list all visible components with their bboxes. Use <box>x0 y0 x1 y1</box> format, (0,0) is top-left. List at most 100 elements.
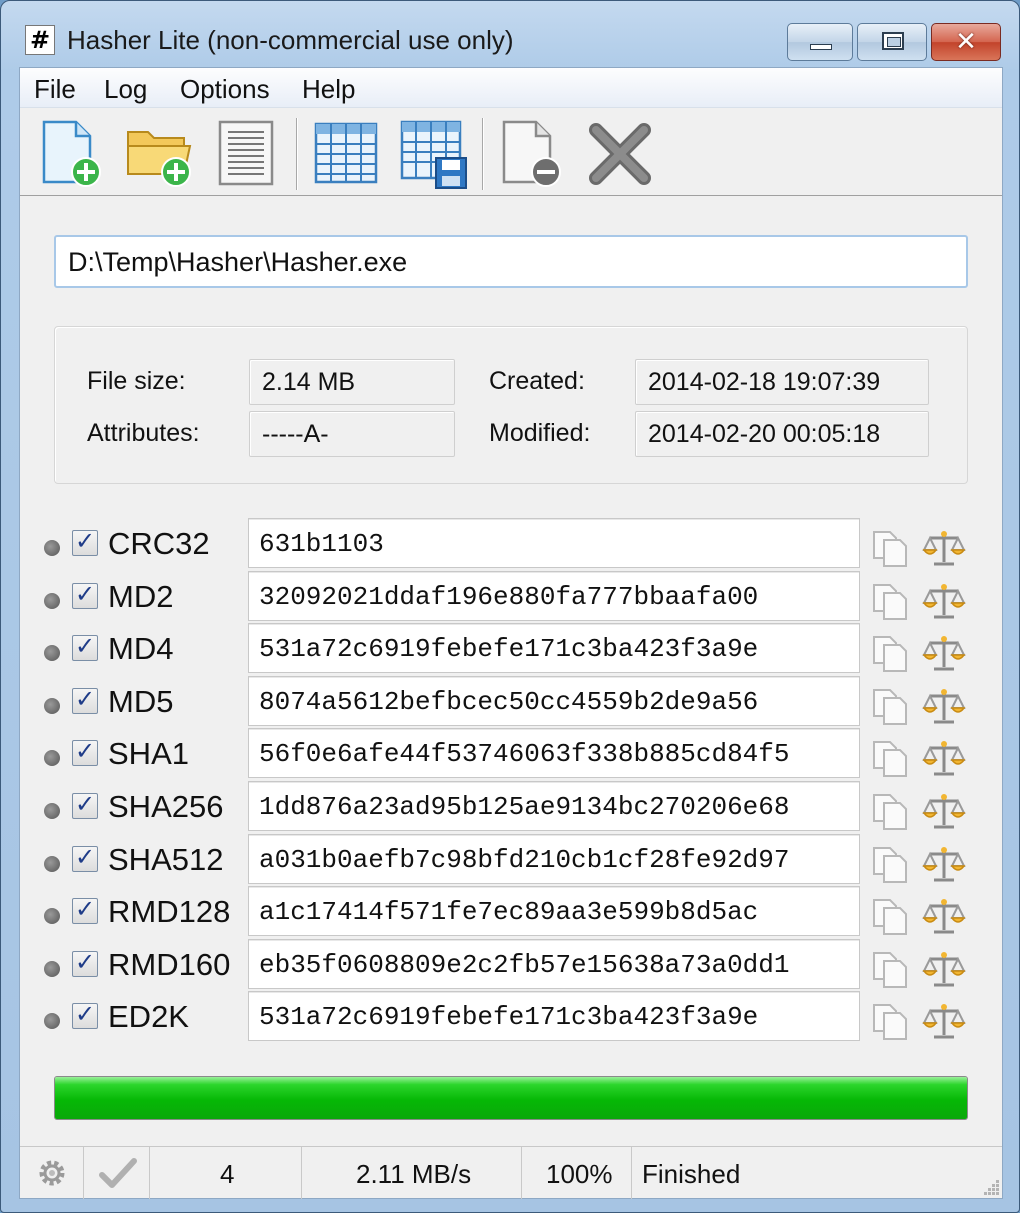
checkmark-icon: ✓ <box>75 790 96 818</box>
status-count: 4 <box>220 1159 235 1189</box>
app-icon: # <box>25 25 55 55</box>
hash-value-field[interactable]: 32092021ddaf196e880fa777bbaafa00 <box>248 570 860 621</box>
checkmark-icon: ✓ <box>75 684 96 713</box>
copy-icon[interactable] <box>870 844 910 884</box>
hash-row-rmd128: ✓ RMD128 a1c17414f571fe7ec89aa3e599b8d5ac <box>20 886 1002 938</box>
hash-algorithm-label: ED2K <box>108 999 189 1035</box>
hash-algorithm-label: MD4 <box>108 631 174 667</box>
hash-value-field[interactable]: eb35f0608809e2c2fb57e15638a73a0dd1 <box>248 938 860 989</box>
remove-file-icon <box>502 120 561 187</box>
copy-icon[interactable] <box>870 528 910 568</box>
compare-scale-icon[interactable] <box>922 791 966 831</box>
created-label: Created: <box>489 367 585 395</box>
hash-value-field[interactable]: 56f0e6afe44f53746063f338b885cd84f5 <box>248 728 860 779</box>
status-dot-icon <box>44 697 60 714</box>
copy-icon[interactable] <box>870 896 910 936</box>
hash-algorithm-label: SHA1 <box>108 736 189 772</box>
hash-checkbox[interactable]: ✓ <box>72 790 98 819</box>
hash-checkbox[interactable]: ✓ <box>72 580 98 609</box>
hash-value-field[interactable]: 8074a5612befbcec50cc4559b2de9a56 <box>248 675 860 726</box>
status-percent-cell: 100% <box>522 1147 632 1199</box>
status-dot-icon <box>44 540 60 556</box>
hash-value-field[interactable]: a1c17414f571fe7ec89aa3e599b8d5ac <box>248 886 860 937</box>
save-table-icon <box>400 120 467 189</box>
menu-file[interactable]: File <box>34 74 76 105</box>
hash-checkbox[interactable]: ✓ <box>72 895 98 925</box>
hash-checkbox[interactable]: ✓ <box>72 1000 98 1030</box>
status-bar: 4 2.11 MB/s 100% Finished <box>20 1146 1002 1199</box>
status-dot-icon <box>44 908 60 925</box>
copy-icon[interactable] <box>870 581 910 621</box>
copy-icon[interactable] <box>870 686 910 726</box>
status-settings-cell[interactable] <box>20 1147 84 1199</box>
menu-log[interactable]: Log <box>104 74 147 105</box>
file-path-field[interactable]: D:\Temp\Hasher\Hasher.exe <box>54 235 968 288</box>
compare-scale-icon[interactable] <box>922 896 966 936</box>
hash-algorithm-label: CRC32 <box>108 526 210 561</box>
compare-scale-icon[interactable] <box>922 528 966 568</box>
hash-checkbox[interactable]: ✓ <box>72 684 98 714</box>
minimize-button[interactable] <box>787 23 853 61</box>
compare-scale-icon[interactable] <box>922 633 966 673</box>
add-folder-button[interactable] <box>124 118 196 190</box>
file-size-value: 2.14 MB <box>249 359 455 405</box>
checkmark-icon: ✓ <box>75 895 96 924</box>
table-button[interactable] <box>310 118 382 190</box>
hash-checkbox[interactable]: ✓ <box>72 843 98 872</box>
clear-button[interactable] <box>584 118 656 190</box>
copy-icon[interactable] <box>870 738 910 778</box>
hash-value-field[interactable]: 1dd876a23ad95b125ae9134bc270206e68 <box>248 781 860 831</box>
hash-row-md5: ✓ MD5 8074a5612befbcec50cc4559b2de9a56 <box>20 675 1002 728</box>
compare-scale-icon[interactable] <box>922 581 966 621</box>
created-value: 2014-02-18 19:07:39 <box>635 359 929 405</box>
hash-value-field[interactable]: 631b1103 <box>248 518 860 568</box>
copy-icon[interactable] <box>870 949 910 989</box>
compare-scale-icon[interactable] <box>922 844 966 884</box>
hash-checkbox[interactable]: ✓ <box>72 527 98 556</box>
status-dot-icon <box>44 855 60 872</box>
status-dot-icon <box>44 750 60 767</box>
status-speed: 2.11 MB/s <box>356 1159 472 1189</box>
hash-row-md2: ✓ MD2 32092021ddaf196e880fa777bbaafa00 <box>20 570 1002 623</box>
add-folder-icon <box>127 131 192 187</box>
toolbar-separator <box>296 118 298 190</box>
remove-file-button[interactable] <box>496 118 568 190</box>
save-table-button[interactable] <box>398 118 470 190</box>
hash-value-field[interactable]: 531a72c6919febefe171c3ba423f3a9e <box>248 623 860 674</box>
status-speed-cell: 2.11 MB/s <box>302 1147 522 1199</box>
compare-scale-icon[interactable] <box>922 949 966 989</box>
menu-options[interactable]: Options <box>180 74 270 105</box>
maximize-button[interactable] <box>857 23 927 61</box>
compare-scale-icon[interactable] <box>922 738 966 778</box>
title-bar[interactable]: # Hasher Lite (non-commercial use only) … <box>1 1 1019 67</box>
checkmark-icon: ✓ <box>75 632 96 661</box>
copy-icon[interactable] <box>870 1001 910 1041</box>
text-list-button[interactable] <box>212 118 284 190</box>
status-verify-cell[interactable] <box>84 1147 150 1199</box>
modified-label: Modified: <box>489 419 591 447</box>
status-count-cell: 4 <box>150 1147 302 1199</box>
compare-scale-icon[interactable] <box>922 686 966 726</box>
add-file-button[interactable] <box>36 118 108 190</box>
resize-grip-icon[interactable] <box>980 1176 1000 1196</box>
hash-row-ed2k: ✓ ED2K 531a72c6919febefe171c3ba423f3a9e <box>20 991 1002 1043</box>
checkmark-icon: ✓ <box>75 737 96 766</box>
status-percent: 100% <box>546 1159 613 1189</box>
menu-help[interactable]: Help <box>302 74 355 105</box>
minimize-icon <box>810 44 832 50</box>
close-button[interactable]: ✕ <box>931 23 1001 61</box>
hash-checkbox[interactable]: ✓ <box>72 737 98 767</box>
attributes-value: -----A- <box>249 411 455 457</box>
copy-icon[interactable] <box>870 791 910 831</box>
hash-algorithm-label: RMD128 <box>108 894 231 930</box>
hash-checkbox[interactable]: ✓ <box>72 948 98 977</box>
status-dot-icon <box>44 645 60 662</box>
text-list-icon <box>218 120 274 186</box>
hash-row-crc32: ✓ CRC32 631b1103 <box>20 518 1002 570</box>
hash-value-field[interactable]: 531a72c6919febefe171c3ba423f3a9e <box>248 991 860 1042</box>
hash-value-field[interactable]: a031b0aefb7c98bfd210cb1cf28fe92d97 <box>248 833 860 884</box>
modified-value: 2014-02-20 00:05:18 <box>635 411 929 457</box>
compare-scale-icon[interactable] <box>922 1001 966 1041</box>
hash-checkbox[interactable]: ✓ <box>72 632 98 662</box>
copy-icon[interactable] <box>870 633 910 673</box>
